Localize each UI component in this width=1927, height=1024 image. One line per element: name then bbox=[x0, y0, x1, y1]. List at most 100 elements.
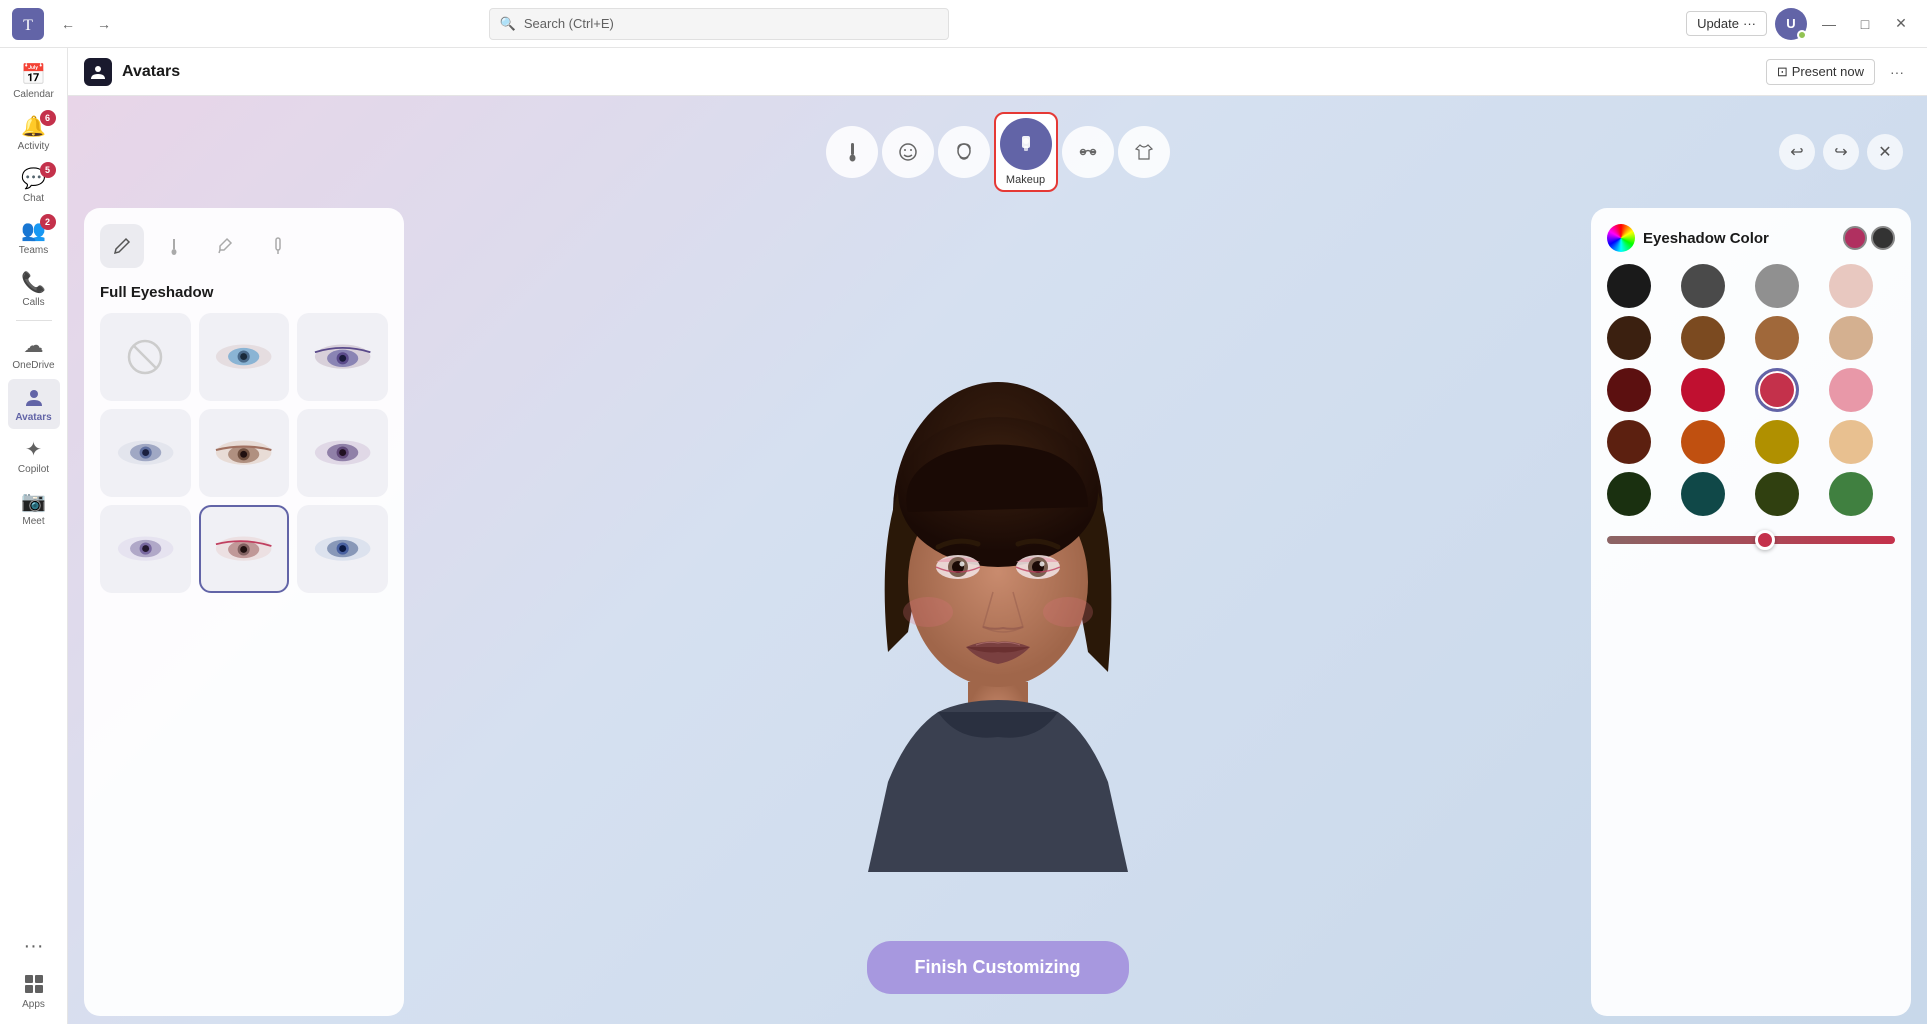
nav-forward-button[interactable]: → bbox=[88, 8, 120, 40]
eyeshadow-option-8[interactable] bbox=[297, 505, 388, 593]
color-swatch-beige[interactable] bbox=[1829, 420, 1873, 464]
search-bar[interactable]: 🔍 Search (Ctrl+E) bbox=[489, 8, 949, 40]
category-makeup-wrap: Makeup bbox=[994, 112, 1058, 192]
close-button[interactable]: ✕ bbox=[1887, 10, 1915, 38]
sidebar-item-onedrive[interactable]: ☁ OneDrive bbox=[8, 327, 60, 377]
color-swatch-gold[interactable] bbox=[1755, 420, 1799, 464]
eyeshadow-option-6[interactable] bbox=[100, 505, 191, 593]
nav-back-button[interactable]: ← bbox=[52, 8, 84, 40]
category-brush-button[interactable] bbox=[826, 126, 878, 178]
color-swatch-darkred[interactable] bbox=[1607, 368, 1651, 412]
toolbar-actions: ↩ ↪ ✕ bbox=[1779, 134, 1903, 170]
color-swatch-orange[interactable] bbox=[1681, 420, 1725, 464]
color-swatch-nude1[interactable] bbox=[1829, 264, 1873, 308]
svg-text:T: T bbox=[23, 17, 33, 34]
sub-tabs bbox=[100, 224, 388, 272]
sidebar-item-calls[interactable]: 📞 Calls bbox=[8, 264, 60, 314]
present-icon: ⊡ bbox=[1777, 64, 1788, 80]
redo-button[interactable]: ↪ bbox=[1823, 134, 1859, 170]
sidebar-label-avatars: Avatars bbox=[15, 412, 51, 423]
activity-badge: 6 bbox=[40, 110, 56, 126]
sidebar-item-apps[interactable]: Apps bbox=[8, 966, 60, 1016]
category-face-button[interactable] bbox=[882, 126, 934, 178]
category-head-button[interactable] bbox=[938, 126, 990, 178]
meet-icon: 📷 bbox=[22, 489, 46, 513]
update-dots: ··· bbox=[1743, 16, 1756, 31]
titlebar-right: Update ··· U — □ ✕ bbox=[1686, 8, 1915, 40]
sidebar-label-meet: Meet bbox=[22, 516, 44, 527]
middle-section: Full Eyeshadow bbox=[68, 200, 1927, 1024]
sidebar-label-copilot: Copilot bbox=[18, 464, 49, 475]
sub-tab-brush[interactable] bbox=[152, 224, 196, 268]
sidebar-label-teams: Teams bbox=[19, 245, 48, 256]
app-more-button[interactable]: ··· bbox=[1883, 58, 1911, 86]
app-title: Avatars bbox=[122, 63, 180, 81]
color-swatch-darkorange[interactable] bbox=[1607, 420, 1651, 464]
eyeshadow-option-4[interactable] bbox=[199, 409, 290, 497]
color-swatch-darkgreen[interactable] bbox=[1607, 472, 1651, 516]
color-swatch-brown[interactable] bbox=[1681, 316, 1725, 360]
color-swatch-nude2[interactable] bbox=[1829, 316, 1873, 360]
eyeshadow-options-grid bbox=[100, 313, 388, 593]
sidebar-item-avatars[interactable]: Avatars bbox=[8, 379, 60, 429]
minimize-button[interactable]: — bbox=[1815, 10, 1843, 38]
nav-buttons: ← → bbox=[52, 8, 120, 40]
category-head-wrap bbox=[938, 126, 990, 178]
color-swatch-green[interactable] bbox=[1829, 472, 1873, 516]
avatars-icon bbox=[22, 385, 46, 409]
sidebar-item-more[interactable]: ··· bbox=[8, 929, 60, 964]
selected-color-primary[interactable] bbox=[1843, 226, 1867, 250]
sidebar-item-copilot[interactable]: ✦ Copilot bbox=[8, 431, 60, 481]
sidebar-item-chat[interactable]: 💬 Chat 5 bbox=[8, 160, 60, 210]
finish-customizing-button[interactable]: Finish Customizing bbox=[867, 941, 1129, 994]
slider-thumb[interactable] bbox=[1755, 530, 1775, 550]
app-header: Avatars ⊡ Present now ··· bbox=[68, 48, 1927, 96]
category-makeup-label: Makeup bbox=[1006, 174, 1045, 186]
sidebar-item-calendar[interactable]: 📅 Calendar bbox=[8, 56, 60, 106]
color-swatch-black[interactable] bbox=[1607, 264, 1651, 308]
eyeshadow-option-5[interactable] bbox=[297, 409, 388, 497]
category-outfit-wrap bbox=[1118, 126, 1170, 178]
present-now-button[interactable]: ⊡ Present now bbox=[1766, 59, 1875, 85]
color-wheel-icon bbox=[1607, 224, 1635, 252]
category-accessories-button[interactable] bbox=[1062, 126, 1114, 178]
selected-color-secondary[interactable] bbox=[1871, 226, 1895, 250]
color-swatch-darkbrown[interactable] bbox=[1607, 316, 1651, 360]
sidebar-item-teams[interactable]: 👥 Teams 2 bbox=[8, 212, 60, 262]
color-swatch-olive[interactable] bbox=[1755, 472, 1799, 516]
sub-tab-pencil[interactable] bbox=[100, 224, 144, 268]
eyeshadow-option-1[interactable] bbox=[199, 313, 290, 401]
opacity-slider[interactable] bbox=[1607, 536, 1895, 544]
top-toolbar: Makeup bbox=[68, 96, 1927, 200]
eyeshadow-option-7[interactable] bbox=[199, 505, 290, 593]
update-button[interactable]: Update ··· bbox=[1686, 11, 1767, 36]
eyeshadow-option-2[interactable] bbox=[297, 313, 388, 401]
undo-button[interactable]: ↩ bbox=[1779, 134, 1815, 170]
color-swatch-selected-pink[interactable] bbox=[1755, 368, 1799, 412]
eyeshadow-option-3[interactable] bbox=[100, 409, 191, 497]
teams-badge: 2 bbox=[40, 214, 56, 230]
eyeshadow-option-none[interactable] bbox=[100, 313, 191, 401]
maximize-button[interactable]: □ bbox=[1851, 10, 1879, 38]
app-header-icon bbox=[84, 58, 112, 86]
color-swatch-red[interactable] bbox=[1681, 368, 1725, 412]
search-placeholder: Search (Ctrl+E) bbox=[524, 16, 614, 31]
sub-tab-marker[interactable] bbox=[256, 224, 300, 268]
category-makeup-button[interactable] bbox=[1000, 118, 1052, 170]
selected-colors bbox=[1843, 226, 1895, 250]
customizer-close-button[interactable]: ✕ bbox=[1867, 134, 1903, 170]
content-area: Avatars ⊡ Present now ··· bbox=[68, 48, 1927, 1024]
sidebar-divider bbox=[16, 320, 52, 321]
user-avatar[interactable]: U bbox=[1775, 8, 1807, 40]
color-swatch-teal[interactable] bbox=[1681, 472, 1725, 516]
color-swatch-lightpink[interactable] bbox=[1829, 368, 1873, 412]
color-swatch-tan[interactable] bbox=[1755, 316, 1799, 360]
color-swatch-gray[interactable] bbox=[1755, 264, 1799, 308]
sidebar-item-activity[interactable]: 🔔 Activity 6 bbox=[8, 108, 60, 158]
color-swatch-darkgray[interactable] bbox=[1681, 264, 1725, 308]
sub-tab-pen[interactable] bbox=[204, 224, 248, 268]
category-outfit-button[interactable] bbox=[1118, 126, 1170, 178]
sidebar-item-meet[interactable]: 📷 Meet bbox=[8, 483, 60, 533]
titlebar-left: T bbox=[12, 8, 44, 40]
sidebar-label-calls: Calls bbox=[22, 297, 44, 308]
